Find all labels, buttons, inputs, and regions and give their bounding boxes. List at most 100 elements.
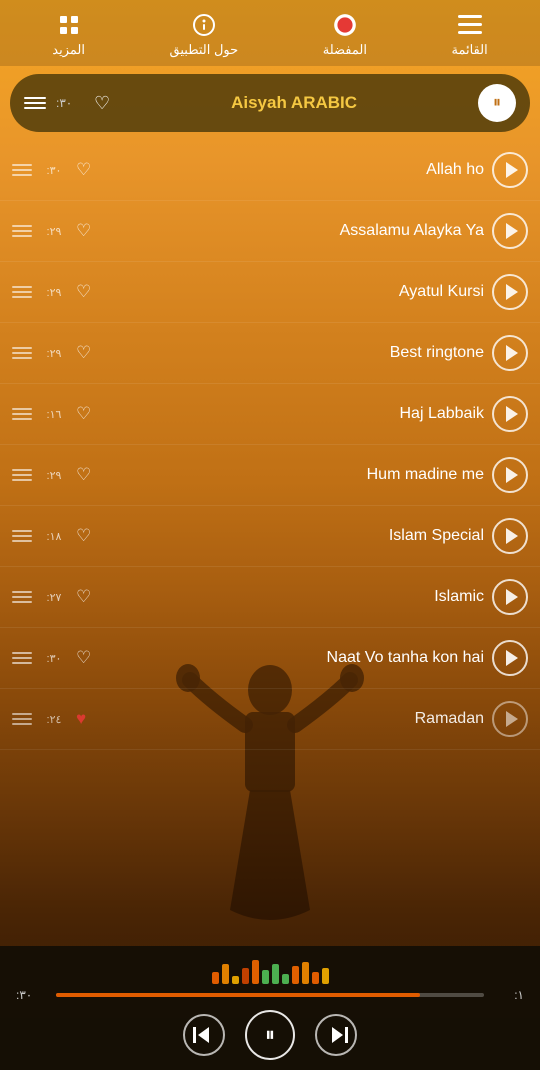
bottom-player: ‎:٣٠ ‎:١ ⏸ [0, 946, 540, 1070]
menu-icon[interactable] [24, 97, 46, 109]
now-playing-bar: ‎:٣٠ ♡ Aisyah ARABIC ⏸ [10, 74, 530, 132]
pause-main-icon: ⏸ [265, 1024, 275, 1047]
pause-icon: ⏸ [493, 94, 501, 112]
song-item[interactable]: ‎:٢٩ ♡ Assalamu Alayka Ya [0, 201, 540, 262]
song-list: ‎:٣٠ ♡ Allah ho ‎:٢٩ ♡ Assalamu Alayka Y… [0, 140, 540, 750]
song-title: Assalamu Alayka Ya [99, 222, 484, 240]
nav-item-list[interactable]: القائمة [451, 12, 487, 58]
song-heart-icon[interactable]: ♡ [76, 587, 91, 607]
song-time: ‎:٢٧ [40, 591, 68, 604]
song-title: Haj Labbaik [99, 405, 484, 423]
song-item[interactable]: ‎:٢٧ ♡ Islamic [0, 567, 540, 628]
play-triangle-icon [506, 284, 518, 300]
song-play-button[interactable] [492, 274, 528, 310]
song-time: ‎:١٦ [40, 408, 68, 421]
eq-bar [272, 964, 279, 984]
song-heart-icon[interactable]: ♡ [76, 648, 91, 668]
song-heart-icon[interactable]: ♡ [76, 343, 91, 363]
drag-handle-icon [12, 591, 32, 603]
nav-favorites-label: المفضلة [323, 42, 367, 58]
drag-handle-icon [12, 530, 32, 542]
nav-more-label: المزيد [52, 42, 85, 58]
drag-handle-icon [12, 164, 32, 176]
eq-bar [292, 966, 299, 984]
song-time: ‎:١٨ [40, 530, 68, 543]
song-item[interactable]: ‎:٣٠ ♡ Naat Vo tanha kon hai [0, 628, 540, 689]
now-playing-title: Aisyah ARABIC [120, 93, 468, 113]
eq-bar [302, 962, 309, 984]
song-heart-icon[interactable]: ♡ [76, 160, 91, 180]
song-heart-icon[interactable]: ♡ [76, 465, 91, 485]
play-triangle-icon [506, 528, 518, 544]
song-play-button[interactable] [492, 396, 528, 432]
next-button[interactable] [315, 1014, 357, 1056]
equalizer-bars [16, 952, 524, 984]
song-heart-icon[interactable]: ♡ [76, 282, 91, 302]
now-playing-heart[interactable]: ♡ [94, 93, 110, 114]
player-controls: ⏸ [16, 1010, 524, 1060]
song-heart-icon[interactable]: ♡ [76, 221, 91, 241]
drag-handle-icon [12, 286, 32, 298]
song-item[interactable]: ‎:٢٩ ♡ Ayatul Kursi [0, 262, 540, 323]
drag-handle-icon [12, 652, 32, 664]
nav-item-favorites[interactable]: المفضلة [323, 12, 367, 58]
song-item[interactable]: ‎:٢٩ ♡ Best ringtone [0, 323, 540, 384]
elapsed-time: ‎:٣٠ [16, 988, 46, 1002]
song-play-button[interactable] [492, 335, 528, 371]
song-play-button[interactable] [492, 701, 528, 737]
drag-handle-icon [12, 408, 32, 420]
song-item[interactable]: ‎:١٨ ♡ Islam Special [0, 506, 540, 567]
song-title: Ayatul Kursi [99, 283, 484, 301]
now-playing-pause-button[interactable]: ⏸ [478, 84, 516, 122]
song-time: ‎:٢٩ [40, 469, 68, 482]
eq-bar [282, 974, 289, 984]
next-icon [332, 1027, 343, 1043]
eq-bar [222, 964, 229, 984]
play-triangle-icon [506, 711, 518, 727]
previous-button[interactable] [183, 1014, 225, 1056]
song-play-button[interactable] [492, 518, 528, 554]
drag-handle-icon [12, 469, 32, 481]
song-heart-icon[interactable]: ♡ [76, 404, 91, 424]
play-triangle-icon [506, 406, 518, 422]
play-triangle-icon [506, 223, 518, 239]
song-item[interactable]: ‎:٣٠ ♡ Allah ho [0, 140, 540, 201]
song-play-button[interactable] [492, 640, 528, 676]
song-time: ‎:٢٤ [40, 713, 68, 726]
nav-item-about[interactable]: حول التطبيق [170, 12, 239, 58]
total-time: ‎:١ [494, 988, 524, 1002]
play-triangle-icon [506, 650, 518, 666]
play-triangle-icon [506, 345, 518, 361]
progress-bar[interactable] [56, 993, 484, 997]
song-play-button[interactable] [492, 152, 528, 188]
menu-line-2 [24, 102, 46, 104]
song-play-button[interactable] [492, 579, 528, 615]
nav-item-more[interactable]: المزيد [52, 12, 85, 58]
play-triangle-icon [506, 467, 518, 483]
drag-handle-icon [12, 347, 32, 359]
song-play-button[interactable] [492, 457, 528, 493]
drag-handle-icon [12, 225, 32, 237]
song-time: ‎:٣٠ [40, 164, 68, 177]
pause-button[interactable]: ⏸ [245, 1010, 295, 1060]
more-icon [56, 12, 82, 38]
eq-bar [212, 972, 219, 984]
song-item[interactable]: ‎:١٦ ♡ Haj Labbaik [0, 384, 540, 445]
info-icon [191, 12, 217, 38]
menu-line-1 [24, 97, 46, 99]
song-play-button[interactable] [492, 213, 528, 249]
song-item[interactable]: ‎:٢٤ ♥ Ramadan [0, 689, 540, 750]
play-triangle-icon [506, 589, 518, 605]
eq-bar [252, 960, 259, 984]
song-time: ‎:٢٩ [40, 347, 68, 360]
song-title: Naat Vo tanha kon hai [99, 649, 484, 667]
song-title: Hum madine me [99, 466, 484, 484]
song-heart-icon[interactable]: ♡ [76, 526, 91, 546]
song-title: Islamic [99, 588, 484, 606]
song-item[interactable]: ‎:٢٩ ♡ Hum madine me [0, 445, 540, 506]
song-heart-icon[interactable]: ♥ [76, 709, 86, 729]
eq-bar [242, 968, 249, 984]
nav-about-label: حول التطبيق [170, 42, 239, 58]
progress-row: ‎:٣٠ ‎:١ [16, 988, 524, 1002]
now-playing-time: ‎:٣٠ [56, 96, 84, 110]
